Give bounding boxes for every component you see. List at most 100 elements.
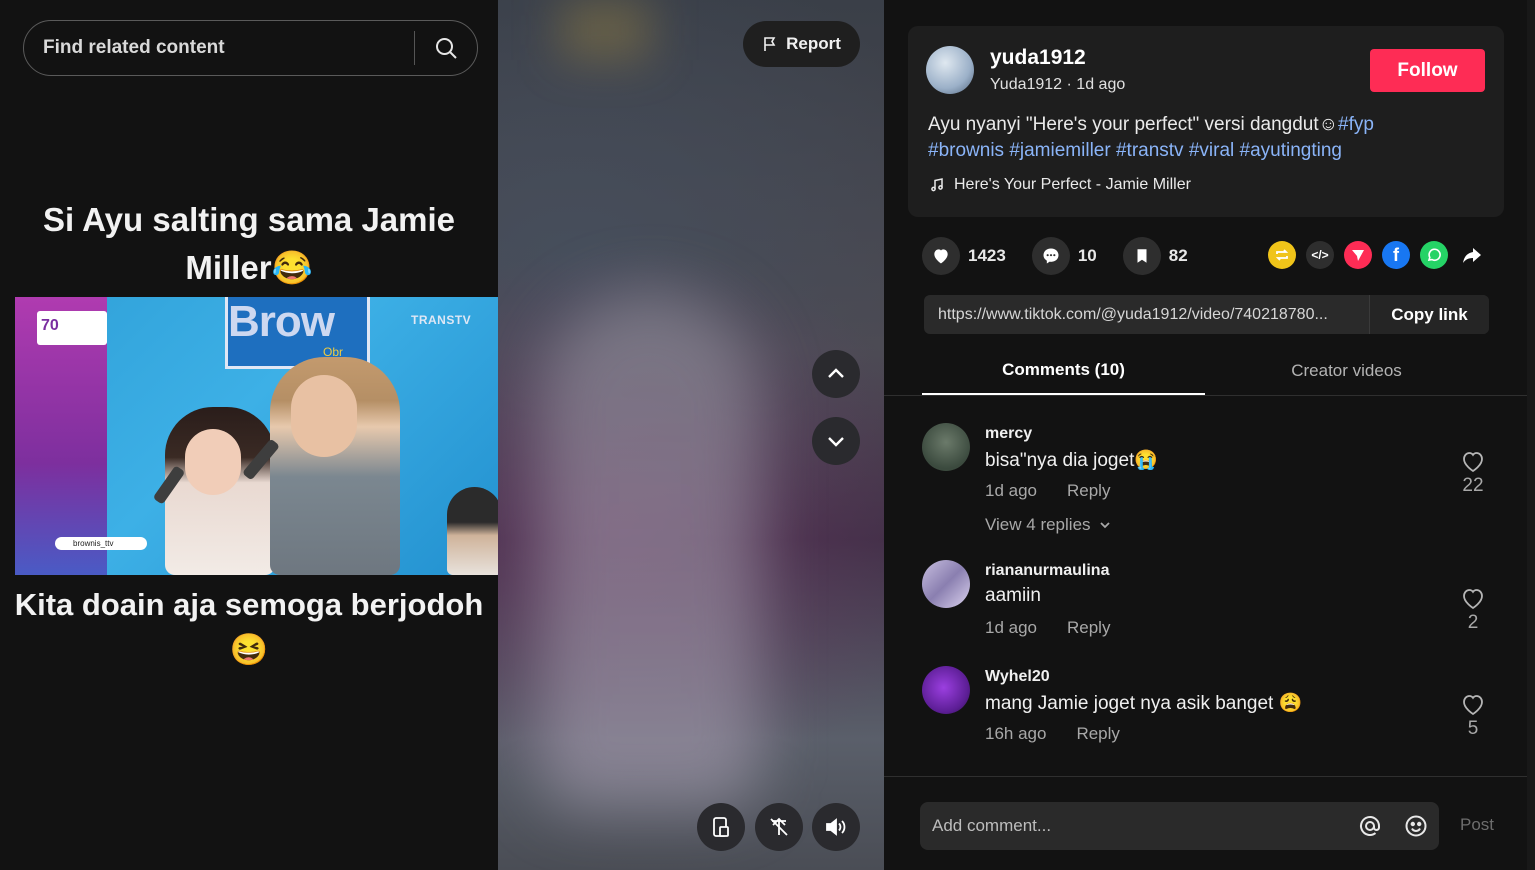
send-to-friends-icon[interactable] bbox=[1344, 241, 1372, 269]
comment-username[interactable]: riananurmaulina bbox=[985, 562, 1109, 580]
bookmark-icon bbox=[1122, 237, 1161, 275]
author-meta: Yuda1912 · 1d ago bbox=[990, 76, 1126, 93]
comment-text: aamiin bbox=[985, 585, 1041, 606]
share-link-field: https://www.tiktok.com/@yuda1912/video/7… bbox=[924, 295, 1489, 334]
hashtag-link[interactable]: #viral bbox=[1189, 140, 1234, 161]
hashtag-link[interactable]: #ayutingting bbox=[1240, 140, 1342, 161]
comment-item: mercy bisa"nya dia joget😭 1d ago Reply 2… bbox=[922, 423, 1488, 543]
comment-button[interactable]: 10 bbox=[1031, 237, 1097, 275]
follow-button[interactable]: Follow bbox=[1370, 49, 1485, 92]
comment-time: 16h ago bbox=[985, 724, 1047, 743]
comment-username[interactable]: Wyhel20 bbox=[985, 668, 1050, 686]
whatsapp-icon[interactable] bbox=[1420, 241, 1448, 269]
video-description: Ayu nyanyi "Here's your perfect" versi d… bbox=[928, 112, 1448, 164]
chevron-down-icon bbox=[1099, 522, 1110, 529]
like-button[interactable]: 1423 bbox=[922, 237, 1006, 275]
like-count: 1423 bbox=[968, 246, 1006, 265]
speaker-icon bbox=[826, 818, 846, 836]
comment-like-count: 2 bbox=[1467, 612, 1479, 633]
at-sign-icon bbox=[1360, 815, 1380, 836]
background-blur-figure bbox=[540, 290, 760, 810]
clip-logo-text: 70 bbox=[41, 317, 59, 334]
scrollbar[interactable] bbox=[1527, 0, 1535, 870]
hashtag-link[interactable]: #brownis bbox=[928, 140, 1004, 161]
comment-time: 1d ago bbox=[985, 481, 1037, 500]
panel-tabs: Comments (10) Creator videos bbox=[922, 347, 1488, 395]
hashtag-link[interactable]: #transtv bbox=[1116, 140, 1184, 161]
comment-input[interactable] bbox=[920, 802, 1347, 850]
heart-outline-icon bbox=[1463, 452, 1483, 473]
search-input[interactable] bbox=[24, 21, 414, 75]
save-button[interactable]: 82 bbox=[1122, 237, 1188, 275]
tiktok-video-page: Si Ayu salting sama Jamie Miller😂 70 Bro… bbox=[0, 0, 1535, 870]
avatar[interactable] bbox=[926, 46, 974, 94]
floating-player-button[interactable] bbox=[697, 803, 745, 851]
smiley-icon bbox=[1405, 815, 1427, 837]
clip-person-singer-face bbox=[185, 429, 241, 495]
report-label: Report bbox=[786, 34, 841, 53]
volume-button[interactable] bbox=[812, 803, 860, 851]
author-card: yuda1912 Yuda1912 · 1d ago Follow Ayu ny… bbox=[908, 26, 1504, 217]
clip-person-background bbox=[447, 487, 498, 575]
avatar[interactable] bbox=[922, 666, 970, 714]
share-link-text[interactable]: https://www.tiktok.com/@yuda1912/video/7… bbox=[924, 306, 1369, 324]
flag-icon bbox=[764, 37, 776, 51]
comment-like-button[interactable]: 5 bbox=[1450, 694, 1496, 740]
hashtag-link[interactable]: #jamiemiller bbox=[1009, 140, 1110, 161]
chevron-up-icon bbox=[828, 368, 844, 378]
comment-like-button[interactable]: 22 bbox=[1450, 451, 1496, 497]
divider bbox=[884, 776, 1527, 777]
view-replies-button[interactable]: View 4 replies bbox=[985, 515, 1111, 535]
mention-button[interactable] bbox=[1347, 802, 1393, 850]
comment-text: mang Jamie joget nya asik banget 😩 bbox=[985, 693, 1303, 714]
previous-video-button[interactable] bbox=[812, 350, 860, 398]
reply-button[interactable]: Reply bbox=[1067, 481, 1110, 501]
video-clip-frame: 70 Brow Obr TRANSTV brownis_ttv bbox=[15, 297, 498, 575]
post-button[interactable]: Post bbox=[1460, 815, 1494, 835]
emoji-button[interactable] bbox=[1393, 802, 1439, 850]
heart-outline-icon bbox=[1463, 589, 1483, 610]
search-bar bbox=[23, 20, 478, 76]
comment-like-count: 5 bbox=[1467, 718, 1479, 739]
share-arrow-icon[interactable] bbox=[1458, 241, 1486, 269]
embed-icon[interactable]: </> bbox=[1306, 241, 1334, 269]
video-caption-bottom: Kita doain aja semoga berjodoh😆 bbox=[14, 587, 484, 667]
clip-handle-tag: brownis_ttv bbox=[55, 537, 147, 550]
repost-icon[interactable] bbox=[1268, 241, 1296, 269]
comment-list: mercy bisa"nya dia joget😭 1d ago Reply 2… bbox=[884, 396, 1527, 776]
share-options: </> f bbox=[1268, 241, 1486, 269]
comment-meta: 1d ago Reply bbox=[985, 618, 1110, 638]
heart-outline-icon bbox=[1463, 695, 1483, 716]
comment-text: bisa"nya dia joget😭 bbox=[985, 450, 1159, 471]
music-link[interactable]: Here's Your Perfect - Jamie Miller bbox=[930, 176, 1191, 194]
clip-person-jamie-face bbox=[291, 375, 357, 457]
avatar[interactable] bbox=[922, 560, 970, 608]
comment-like-count: 22 bbox=[1462, 475, 1484, 496]
comment-username[interactable]: mercy bbox=[985, 425, 1032, 443]
search-button[interactable] bbox=[415, 21, 477, 75]
comment-time: 1d ago bbox=[985, 618, 1037, 637]
reply-button[interactable]: Reply bbox=[1076, 724, 1119, 744]
tab-comments[interactable]: Comments (10) bbox=[922, 347, 1205, 395]
video-stage: Si Ayu salting sama Jamie Miller😂 70 Bro… bbox=[0, 0, 884, 870]
comment-meta: 16h ago Reply bbox=[985, 724, 1120, 744]
search-icon bbox=[436, 38, 457, 59]
comment-bubble-icon bbox=[1031, 237, 1070, 275]
tab-creator-videos[interactable]: Creator videos bbox=[1205, 347, 1488, 395]
auto-scroll-button[interactable] bbox=[755, 803, 803, 851]
copy-link-button[interactable]: Copy link bbox=[1369, 295, 1489, 334]
chevron-down-icon bbox=[828, 437, 844, 447]
comment-like-button[interactable]: 2 bbox=[1450, 588, 1496, 634]
video-frame[interactable]: Si Ayu salting sama Jamie Miller😂 70 Bro… bbox=[0, 0, 498, 870]
report-button[interactable]: Report bbox=[743, 21, 860, 67]
comment-item: riananurmaulina aamiin 1d ago Reply 2 bbox=[922, 560, 1488, 650]
details-panel: yuda1912 Yuda1912 · 1d ago Follow Ayu ny… bbox=[884, 0, 1535, 870]
avatar[interactable] bbox=[922, 423, 970, 471]
reply-button[interactable]: Reply bbox=[1067, 618, 1110, 638]
hashtag-link[interactable]: #fyp bbox=[1338, 114, 1374, 135]
author-username[interactable]: yuda1912 bbox=[990, 46, 1086, 70]
comment-meta: 1d ago Reply bbox=[985, 481, 1110, 501]
next-video-button[interactable] bbox=[812, 417, 860, 465]
facebook-icon[interactable]: f bbox=[1382, 241, 1410, 269]
engagement-bar: 1423 10 82 bbox=[922, 236, 1214, 276]
